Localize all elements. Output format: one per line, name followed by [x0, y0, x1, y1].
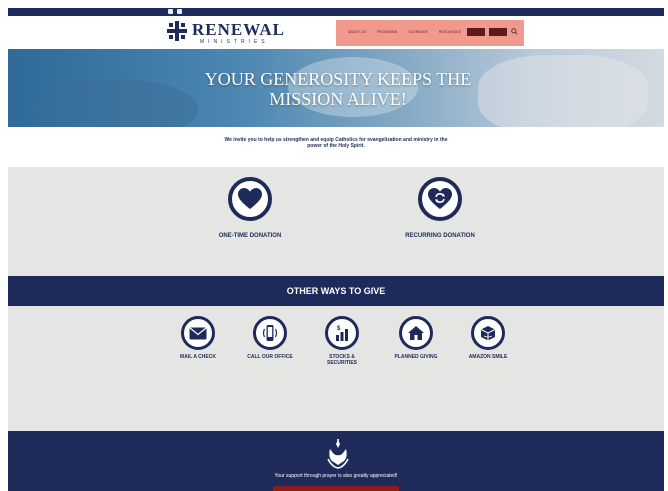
phone-icon-circle[interactable]: [253, 316, 287, 350]
house-icon-circle[interactable]: [399, 316, 433, 350]
other-ways-heading: OTHER WAYS TO GIVE: [286, 286, 386, 296]
youtube-icon[interactable]: [177, 9, 182, 14]
nav-button[interactable]: [489, 28, 507, 36]
brand-subtitle: MINISTRIES: [200, 39, 269, 45]
other-ways-section: MAIL A CHECK CALL OUR OFFICE $ STOCKS & …: [8, 306, 664, 431]
donation-title[interactable]: ONE-TIME DONATION: [150, 233, 350, 239]
box-icon: [480, 326, 496, 341]
house-icon: [408, 326, 424, 340]
envelope-icon: [189, 327, 207, 339]
cross-logo-icon[interactable]: [166, 20, 188, 42]
envelope-icon-circle[interactable]: [181, 316, 215, 350]
chart-icon-circle[interactable]: $: [325, 316, 359, 350]
nav-item-about[interactable]: ABOUT US: [348, 30, 366, 34]
way-planned-giving[interactable]: PLANNED GIVING: [390, 316, 442, 363]
way-amazon-smile[interactable]: AMAZON SMILE: [462, 316, 514, 363]
way-title[interactable]: MAIL A CHECK: [172, 354, 224, 360]
nav-button[interactable]: [467, 28, 485, 36]
recurring-donation[interactable]: RECURRING DONATION: [340, 177, 540, 242]
intro-text: We invite you to help us strengthen and …: [224, 137, 448, 149]
way-title[interactable]: STOCKS & SECURITIES: [316, 354, 368, 366]
way-title[interactable]: AMAZON SMILE: [462, 354, 514, 360]
main-nav: ABOUT US PROGRAMS OUTREACH RESOURCES: [348, 30, 461, 34]
facebook-icon[interactable]: [168, 9, 173, 14]
social-links: [168, 8, 182, 14]
one-time-donation[interactable]: ONE-TIME DONATION: [150, 177, 350, 242]
chart-icon: $: [336, 326, 348, 341]
other-ways-header: OTHER WAYS TO GIVE: [8, 276, 664, 306]
footer-accent-strip: [273, 486, 399, 491]
page: RENEWAL MINISTRIES ABOUT US PROGRAMS OUT…: [8, 8, 664, 491]
hero-title: YOUR GENEROSITY KEEPS THE MISSION ALIVE!: [204, 69, 472, 109]
top-bar: [8, 8, 664, 16]
praying-hands-icon: [327, 439, 349, 469]
box-icon-circle[interactable]: [471, 316, 505, 350]
recurring-heart-icon-circle[interactable]: [418, 177, 462, 221]
heart-icon-circle[interactable]: [228, 177, 272, 221]
brand-name[interactable]: RENEWAL: [192, 20, 285, 40]
nav-item-resources[interactable]: RESOURCES: [439, 30, 461, 34]
heart-icon: [238, 188, 262, 209]
nav-item-programs[interactable]: PROGRAMS: [377, 30, 397, 34]
donation-options: ONE-TIME DONATION RECURRING DONATION: [8, 167, 664, 276]
search-icon[interactable]: [511, 28, 518, 35]
svg-text:$: $: [337, 326, 341, 332]
intro-section: We invite you to help us strengthen and …: [8, 127, 664, 167]
way-title[interactable]: PLANNED GIVING: [390, 354, 442, 360]
footer-text: Your support through prayer is also grea…: [274, 473, 398, 479]
phone-icon: [262, 325, 278, 341]
site-header: RENEWAL MINISTRIES ABOUT US PROGRAMS OUT…: [8, 16, 664, 49]
way-title[interactable]: CALL OUR OFFICE: [244, 354, 296, 360]
hero-banner: YOUR GENEROSITY KEEPS THE MISSION ALIVE!: [8, 49, 664, 127]
way-call-office[interactable]: CALL OUR OFFICE: [244, 316, 296, 363]
way-mail-check[interactable]: MAIL A CHECK: [172, 316, 224, 363]
donation-title[interactable]: RECURRING DONATION: [340, 233, 540, 239]
nav-item-outreach[interactable]: OUTREACH: [408, 30, 428, 34]
recurring-heart-icon: [428, 188, 452, 209]
prayer-footer: Your support through prayer is also grea…: [8, 431, 664, 491]
way-stocks[interactable]: $ STOCKS & SECURITIES: [316, 316, 368, 369]
